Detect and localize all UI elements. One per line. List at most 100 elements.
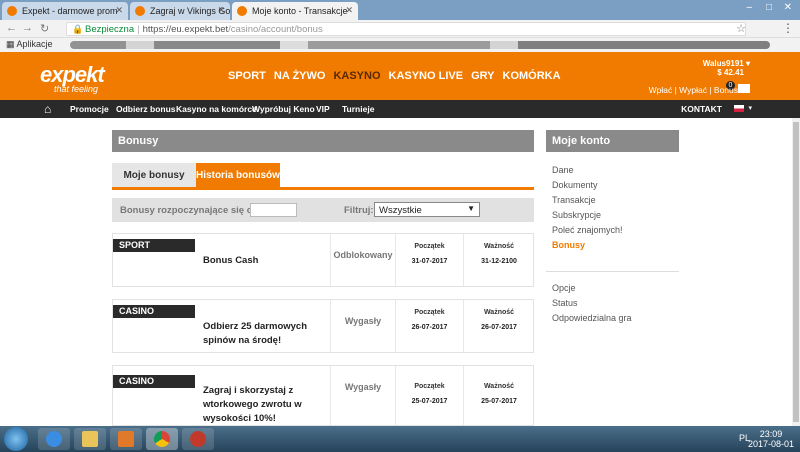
end-header: Ważność — [483, 309, 515, 316]
poland-flag-icon[interactable] — [734, 105, 744, 112]
type-filter-select[interactable]: Wszystkie ▼ — [374, 202, 480, 217]
bonus-start-col: Początek 26-07-2017 — [396, 300, 464, 352]
sub-nav: ⌂ Promocje Odbierz bonus Kasyno na komór… — [0, 100, 800, 118]
back-arrow-icon[interactable]: ← — [6, 22, 17, 34]
scrollbar-thumb[interactable] — [793, 122, 799, 422]
bonus-start-col: Początek 25-07-2017 — [396, 366, 464, 425]
start-header: Początek — [414, 309, 445, 316]
sidebar-item-status[interactable]: Status — [552, 298, 578, 308]
taskbar-chrome[interactable] — [146, 428, 178, 450]
sidebar-item-dane[interactable]: Dane — [552, 165, 574, 175]
reload-icon[interactable]: ↻ — [40, 22, 49, 35]
subnav-odbierz-bonus[interactable]: Odbierz bonus — [116, 104, 176, 114]
blurred-bookmarks — [70, 41, 770, 49]
bonus-category: CASINO — [113, 375, 195, 388]
bonus-row: CASINO Zagraj i skorzystaj z wtorkowego … — [112, 365, 534, 426]
logo-tagline: that feeling — [54, 84, 99, 94]
close-window-icon[interactable]: ✕ — [784, 2, 792, 13]
subnav-kasyno-na-komorce[interactable]: Kasyno na komórce — [176, 104, 257, 114]
address-bar: ← → ↻ 🔒 Bezpieczna | https://eu.expekt.bet… — [0, 20, 800, 38]
home-icon[interactable]: ⌂ — [44, 102, 51, 116]
bonus-status: Wygasły — [330, 300, 396, 352]
subnav-vip[interactable]: VIP — [316, 104, 330, 114]
account-balance: $ 42.41 — [717, 68, 744, 77]
start-header: Początek — [414, 243, 445, 250]
bonus-status: Wygasły — [330, 366, 396, 425]
start-button[interactable] — [4, 427, 28, 451]
sidebar-item-transakcje[interactable]: Transakcje — [552, 195, 596, 205]
bonus-end-col: Ważność 25-07-2017 — [464, 366, 534, 425]
browser-tab-bar: Expekt - darmowe prom ✕ Zagraj w Vikings… — [0, 0, 800, 20]
sidebar-item-polec[interactable]: Poleć znajomych! — [552, 225, 623, 235]
bonus-status: Odblokowany — [330, 234, 396, 286]
apps-bookmark[interactable]: ▦ Aplikacje — [6, 39, 53, 50]
url-path: /casino/account/bonus — [228, 24, 323, 35]
sidebar-item-subskrypcje[interactable]: Subskrypcje — [552, 210, 601, 220]
sidebar-item-odpowiedzialna-gra[interactable]: Odpowiedzialna gra — [552, 313, 632, 323]
url-host: https://eu.expekt.bet — [142, 24, 229, 35]
nav-sport[interactable]: SPORT — [228, 70, 266, 82]
start-date: 25-07-2017 — [411, 398, 448, 405]
browser-tab-account[interactable]: Moje konto - Transakcje ✕ — [232, 2, 358, 20]
subnav-promocje[interactable]: Promocje — [70, 104, 109, 114]
end-date: 26-07-2017 — [481, 324, 517, 331]
windows-taskbar: PL 23:09 2017-08-01 — [0, 426, 800, 452]
taskbar-clock[interactable]: 23:09 2017-08-01 — [748, 429, 794, 449]
nav-kasyno-live[interactable]: KASYNO LIVE — [389, 70, 464, 82]
date-filter-input[interactable] — [250, 203, 297, 217]
kontakt-link[interactable]: KONTAKT — [681, 104, 722, 114]
browser-menu-icon[interactable]: ⋮ — [782, 21, 794, 35]
tab-moje-bonusy[interactable]: Moje bonusy — [112, 163, 196, 187]
sidebar-divider — [546, 271, 679, 272]
browser-tab-vikings[interactable]: Zagraj w Vikings Go ✕ — [130, 2, 230, 20]
taskbar-ie[interactable] — [38, 428, 70, 450]
maximize-window-icon[interactable]: □ — [766, 2, 772, 13]
sidebar-title: Moje konto — [546, 130, 679, 152]
start-header: Początek — [414, 383, 445, 390]
tab-underline — [112, 187, 534, 190]
start-date: 26-07-2017 — [411, 324, 448, 331]
browser-tab-expekt-promo[interactable]: Expekt - darmowe prom ✕ — [2, 2, 128, 20]
close-tab-icon[interactable]: ✕ — [115, 5, 123, 16]
taskbar-explorer[interactable] — [74, 428, 106, 450]
page-scrollbar[interactable] — [792, 118, 800, 426]
internet-explorer-icon — [46, 431, 62, 447]
url-field[interactable]: 🔒 Bezpieczna | https://eu.expekt.bet/casin… — [66, 22, 746, 36]
type-filter-label: Filtruj: — [344, 205, 374, 216]
end-date: 31-12-2100 — [481, 258, 517, 265]
close-tab-icon[interactable]: ✕ — [345, 5, 353, 16]
subnav-turnieje[interactable]: Turnieje — [342, 104, 374, 114]
taskbar-app[interactable] — [182, 428, 214, 450]
media-player-icon — [118, 431, 134, 447]
close-tab-icon[interactable]: ✕ — [217, 5, 225, 16]
folder-icon — [82, 431, 98, 447]
chevron-down-icon[interactable]: ▾ — [748, 104, 752, 112]
bonus-row: SPORT Bonus Cash Odblokowany Początek 31… — [112, 233, 534, 287]
mail-icon[interactable] — [738, 84, 750, 93]
expekt-favicon-icon — [135, 6, 145, 16]
sidebar-item-dokumenty[interactable]: Dokumenty — [552, 180, 598, 190]
bookmark-star-icon[interactable]: ☆ — [736, 22, 746, 35]
date-filter-label: Bonusy rozpoczynające się od: — [120, 205, 262, 216]
nav-gry[interactable]: GRY — [471, 70, 494, 82]
nav-na-zywo[interactable]: NA ŻYWO — [274, 70, 326, 82]
account-links[interactable]: Wpłać | Wypłać | Bonus — [649, 85, 738, 95]
page-title: Bonusy — [112, 130, 534, 152]
subnav-wyprobuj-keno[interactable]: Wypróbuj Keno — [252, 104, 315, 114]
bonus-row: CASINO Odbierz 25 darmowych spinów na śr… — [112, 299, 534, 353]
nav-komorka[interactable]: KOMÓRKA — [503, 70, 561, 82]
nav-kasyno[interactable]: KASYNO — [333, 70, 380, 82]
sidebar-item-bonusy[interactable]: Bonusy — [552, 240, 585, 250]
chrome-icon — [154, 431, 170, 447]
main-nav: SPORT NA ŻYWO KASYNO KASYNO LIVE GRY KOM… — [228, 70, 561, 82]
forward-arrow-icon[interactable]: → — [22, 22, 33, 34]
browser-tab-label: Moje konto - Transakcje — [252, 6, 348, 16]
taskbar-media[interactable] — [110, 428, 142, 450]
expekt-favicon-icon — [7, 6, 17, 16]
tab-historia-bonusow[interactable]: Historia bonusów — [196, 163, 280, 187]
chevron-down-icon: ▼ — [467, 204, 475, 213]
username-dropdown[interactable]: Walus9191 ▾ — [703, 59, 750, 68]
site-header: expekt that feeling SPORT NA ŻYWO KASYNO… — [0, 52, 800, 100]
minimize-window-icon[interactable]: – — [746, 2, 752, 13]
sidebar-item-opcje[interactable]: Opcje — [552, 283, 576, 293]
